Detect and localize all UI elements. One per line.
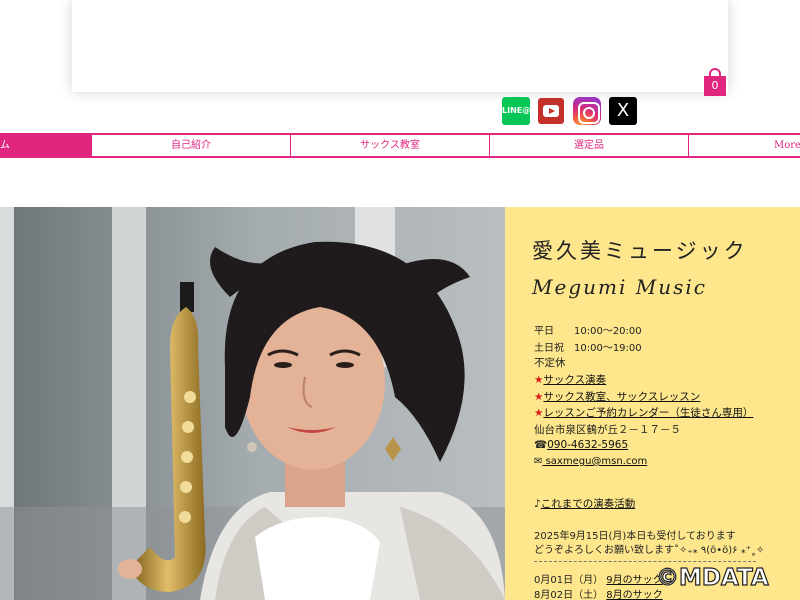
activity-link[interactable]: これまでの演奏活動 — [541, 498, 636, 510]
header-panel — [72, 0, 728, 92]
nav-selected-items[interactable]: 選定品 — [490, 135, 689, 156]
divider — [534, 561, 756, 562]
phone-link[interactable]: 090-4632-5965 — [547, 439, 628, 451]
schedule-row-1: 0月01日（月） 9月のサック — [534, 575, 663, 586]
music-note-icon: ♪ — [534, 498, 541, 510]
watermark: ©MDATA — [655, 564, 769, 591]
email-row: ✉ saxmegu@msn.com — [534, 456, 647, 467]
phone-row: ☎090-4632-5965 — [534, 439, 628, 451]
hours-weekday: 平日 10:00〜20:00 — [534, 326, 642, 337]
x-icon[interactable]: X — [609, 97, 637, 125]
email-link[interactable]: saxmegu@msn.com — [542, 456, 648, 467]
youtube-icon[interactable] — [538, 98, 564, 124]
star-icon: ★ — [534, 374, 544, 386]
line-icon[interactable]: LINE@ — [502, 97, 530, 125]
hero-photo — [0, 207, 505, 600]
info-panel: 愛久美ミュージック Megumi Music 平日 10:00〜20:00 土日祝… — [505, 207, 800, 600]
schedule-link-1[interactable]: 9月のサック — [606, 575, 662, 586]
link-lesson-calendar-row: ★レッスンご予約カレンダー（生徒さん専用） — [534, 405, 753, 420]
activity-row: ♪これまでの演奏活動 — [534, 496, 635, 511]
link-sax-class[interactable]: サックス教室、サックスレッスン — [543, 391, 700, 403]
notice-line-1: 2025年9月15日(月)本日も受付しております — [534, 531, 736, 542]
instagram-icon[interactable] — [573, 97, 601, 125]
schedule-link-2[interactable]: 8月のサック — [606, 590, 662, 600]
site-subtitle: Megumi Music — [532, 275, 707, 299]
phone-icon: ☎ — [534, 439, 548, 451]
site-title: 愛久美ミュージック — [532, 239, 748, 263]
link-sax-class-row: ★サックス教室、サックスレッスン — [534, 389, 700, 404]
schedule-row-2: 8月02日（土） 8月のサック — [534, 590, 663, 600]
cart-count: 0 — [704, 76, 726, 96]
link-lesson-calendar[interactable]: レッスンご予約カレンダー（生徒さん専用） — [543, 407, 753, 419]
cart-button[interactable]: 0 — [703, 68, 727, 98]
link-sax-performance[interactable]: サックス演奏 — [543, 374, 606, 386]
main-nav: ム 自己紹介 サックス教室 選定品 More — [0, 133, 800, 158]
star-icon: ★ — [534, 391, 544, 403]
nav-more[interactable]: More — [689, 135, 800, 156]
hours-weekend: 土日祝 10:00〜19:00 — [534, 343, 642, 354]
saxophonist-photo — [0, 207, 505, 600]
notice-line-2: どうぞよろしくお願い致します˚✧₊⁎ ٩(ö•ö)۶ ⁎⁺˳✧ — [534, 545, 765, 556]
link-sax-performance-row: ★サックス演奏 — [534, 372, 606, 387]
nav-profile[interactable]: 自己紹介 — [92, 135, 291, 156]
star-icon: ★ — [534, 407, 544, 419]
address: 仙台市泉区鶴が丘２－１７－５ — [534, 424, 681, 436]
closed-days: 不定休 — [534, 357, 566, 369]
nav-home[interactable]: ム — [0, 135, 92, 156]
nav-sax-class[interactable]: サックス教室 — [291, 135, 490, 156]
